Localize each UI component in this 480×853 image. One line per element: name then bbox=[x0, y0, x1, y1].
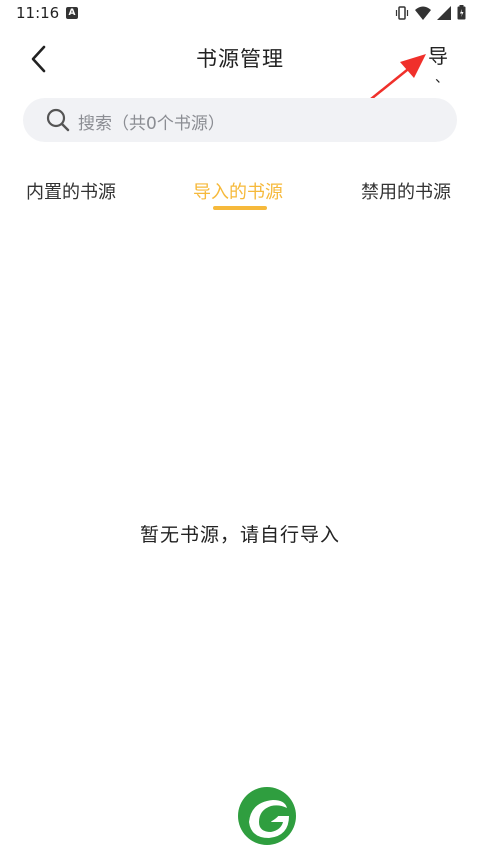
import-button-sub: 、 bbox=[435, 70, 449, 86]
notification-badge: A bbox=[66, 7, 78, 19]
app-logo-icon bbox=[238, 787, 296, 845]
status-time: 11:16 bbox=[16, 4, 60, 22]
search-icon bbox=[46, 108, 70, 132]
tab-builtin-sources[interactable]: 内置的书源 bbox=[26, 178, 116, 204]
empty-state-text: 暂无书源，请自行导入 bbox=[139, 524, 340, 546]
battery-icon bbox=[457, 5, 466, 20]
signal-icon bbox=[437, 5, 451, 20]
status-bar: 11:16 A bbox=[0, 0, 480, 26]
wifi-icon bbox=[415, 6, 431, 20]
active-tab-indicator bbox=[213, 206, 267, 210]
tab-disabled-sources[interactable]: 禁用的书源 bbox=[361, 178, 451, 204]
search-input[interactable]: 搜索（共0个书源） bbox=[23, 98, 457, 142]
search-placeholder: 搜索（共0个书源） bbox=[78, 114, 225, 134]
tab-imported-sources[interactable]: 导入的书源 bbox=[193, 178, 283, 204]
status-icons bbox=[395, 5, 466, 20]
vibrate-icon bbox=[395, 5, 409, 20]
